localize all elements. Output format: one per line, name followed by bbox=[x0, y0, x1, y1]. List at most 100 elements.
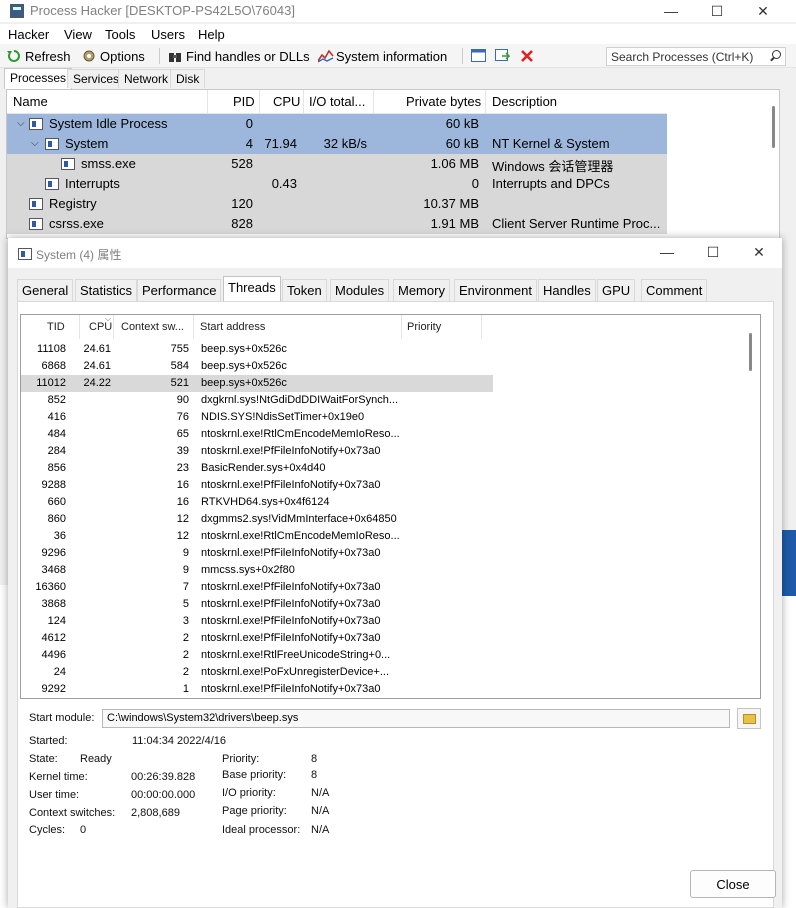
tab-handles[interactable]: Handles bbox=[538, 279, 596, 301]
col-context-switches[interactable]: Context sw... bbox=[121, 321, 184, 333]
maximize-button[interactable]: ☐ bbox=[694, 0, 740, 22]
collapse-chevron-icon[interactable]: ⌵ bbox=[31, 138, 39, 149]
thread-row[interactable]: 852 90 dxgkrnl.sys!NtGdiDdDDIWaitForSynch.… bbox=[21, 392, 493, 409]
start-module-field[interactable]: C:\windows\System32\drivers\beep.sys bbox=[102, 709, 730, 728]
thread-tid: 6868 bbox=[41, 360, 66, 372]
tab-environment[interactable]: Environment bbox=[454, 279, 537, 301]
thread-tid: 11108 bbox=[37, 343, 66, 355]
thread-row[interactable]: 9296 9 ntoskrnl.exe!PfFileInfoNotify+0x73a… bbox=[21, 545, 493, 562]
refresh-button[interactable]: Refresh bbox=[7, 47, 71, 65]
main-titlebar: Process Hacker [DESKTOP-PS42L5O\76043] —… bbox=[0, 0, 796, 22]
col-priority[interactable]: Priority bbox=[407, 321, 441, 333]
state-label: State: bbox=[29, 753, 58, 765]
tab-processes[interactable]: Processes bbox=[4, 68, 73, 89]
show-details-button[interactable] bbox=[495, 47, 511, 65]
column-separator bbox=[207, 90, 208, 114]
tab-services[interactable]: Services bbox=[67, 69, 126, 88]
thread-row[interactable]: 860 12 dxgmms2.sys!VidMmInterface+0x64850 bbox=[21, 511, 493, 528]
process-row[interactable]: ⌵ System 4 71.94 32 kB/s 60 kB NT Kernel… bbox=[7, 134, 667, 154]
tab-disk[interactable]: Disk bbox=[170, 69, 206, 88]
thread-row[interactable]: 856 23 BasicRender.sys+0x4d40 bbox=[21, 460, 493, 477]
process-row[interactable]: smss.exe 528 1.06 MB Windows 会话管理器 bbox=[7, 154, 667, 174]
col-cpu[interactable]: CPU bbox=[89, 321, 112, 333]
col-name[interactable]: Name bbox=[13, 94, 48, 109]
thread-row[interactable]: 11012 24.22 521 beep.sys+0x526c bbox=[21, 375, 493, 392]
system-information-button[interactable]: System information bbox=[317, 47, 447, 65]
thread-row[interactable]: 660 16 RTKVHD64.sys+0x4f6124 bbox=[21, 494, 493, 511]
process-tree[interactable]: Name PID CPU I/O total... Private bytes … bbox=[6, 89, 780, 239]
col-pid[interactable]: PID bbox=[233, 94, 255, 109]
thread-row[interactable]: 11108 24.61 755 beep.sys+0x526c bbox=[21, 341, 493, 358]
context-switches-label: Context switches: bbox=[29, 807, 116, 819]
process-io: 32 kB/s bbox=[323, 136, 367, 151]
thread-row[interactable]: 416 76 NDIS.SYS!NdisSetTimer+0x19e0 bbox=[21, 409, 493, 426]
thread-context-switches: 90 bbox=[176, 394, 189, 406]
thread-list[interactable]: TID ⌵ CPU Context sw... Start address Pr… bbox=[20, 314, 761, 699]
tab-network[interactable]: Network bbox=[118, 69, 175, 88]
dialog-minimize-button[interactable]: — bbox=[644, 241, 690, 263]
close-button[interactable]: Close bbox=[690, 870, 776, 898]
thread-row[interactable]: 16360 7 ntoskrnl.exe!PfFileInfoNotify+0x73… bbox=[21, 579, 493, 596]
thread-row[interactable]: 3468 9 mmcss.sys+0x2f80 bbox=[21, 562, 493, 579]
process-icon bbox=[18, 248, 32, 260]
kernel-time-label: Kernel time: bbox=[29, 771, 88, 783]
thread-row[interactable]: 9292 1 ntoskrnl.exe!PfFileInfoNotify+0x73a… bbox=[21, 681, 493, 698]
priority-value: 8 bbox=[311, 753, 318, 765]
thread-context-switches: 76 bbox=[176, 411, 189, 423]
thread-row[interactable]: 284 39 ntoskrnl.exe!PfFileInfoNotify+0x73a… bbox=[21, 443, 493, 460]
process-scrollbar[interactable] bbox=[772, 106, 775, 148]
minimize-button[interactable]: — bbox=[648, 0, 694, 22]
terminate-button[interactable] bbox=[520, 47, 534, 65]
dialog-maximize-button[interactable]: ☐ bbox=[690, 241, 736, 263]
tab-comment[interactable]: Comment bbox=[641, 279, 708, 301]
tab-memory[interactable]: Memory bbox=[393, 279, 450, 301]
col-private-bytes[interactable]: Private bytes bbox=[406, 94, 481, 109]
window-title: Process Hacker [DESKTOP-PS42L5O\76043] bbox=[30, 3, 295, 18]
menu-users[interactable]: Users bbox=[151, 27, 185, 42]
thread-row[interactable]: 124 3 ntoskrnl.exe!PfFileInfoNotify+0x73a0 bbox=[21, 613, 493, 630]
thread-row[interactable]: 484 65 ntoskrnl.exe!RtlCmEncodeMemIoReso..… bbox=[21, 426, 493, 443]
menu-tools[interactable]: Tools bbox=[105, 27, 135, 42]
process-row[interactable]: ⌵ System Idle Process 0 60 kB bbox=[7, 114, 667, 134]
process-row[interactable]: Registry 120 10.37 MB bbox=[7, 194, 667, 214]
col-start-address[interactable]: Start address bbox=[200, 321, 265, 333]
tab-token[interactable]: Token bbox=[282, 279, 327, 301]
search-processes-input[interactable]: Search Processes (Ctrl+K) bbox=[606, 47, 786, 66]
process-row[interactable]: csrss.exe 828 1.91 MB Client Server Runt… bbox=[7, 214, 667, 234]
menu-view[interactable]: View bbox=[64, 27, 92, 42]
state-value: Ready bbox=[80, 753, 112, 765]
menu-hacker[interactable]: Hacker bbox=[8, 27, 49, 42]
col-io-total[interactable]: I/O total... bbox=[309, 94, 365, 109]
collapse-chevron-icon[interactable]: ⌵ bbox=[17, 118, 25, 129]
tab-general[interactable]: General bbox=[17, 279, 74, 301]
thread-row[interactable]: 3868 5 ntoskrnl.exe!PfFileInfoNotify+0x73a… bbox=[21, 596, 493, 613]
thread-row[interactable]: 4612 2 ntoskrnl.exe!PfFileInfoNotify+0x73a… bbox=[21, 630, 493, 647]
menu-help[interactable]: Help bbox=[198, 27, 225, 42]
thread-context-switches: 2 bbox=[182, 666, 189, 678]
tab-modules[interactable]: Modules bbox=[330, 279, 390, 301]
thread-context-switches: 7 bbox=[182, 581, 189, 593]
app-icon bbox=[10, 4, 24, 18]
tab-performance[interactable]: Performance bbox=[137, 279, 222, 301]
col-description[interactable]: Description bbox=[492, 94, 557, 109]
thread-row[interactable]: 6868 24.61 584 beep.sys+0x526c bbox=[21, 358, 493, 375]
thread-row[interactable]: 9288 16 ntoskrnl.exe!PfFileInfoNotify+0x73… bbox=[21, 477, 493, 494]
open-folder-button[interactable] bbox=[737, 708, 761, 729]
window-button[interactable] bbox=[471, 47, 486, 65]
col-tid[interactable]: TID bbox=[47, 321, 65, 333]
thread-row[interactable]: 24 2 ntoskrnl.exe!PoFxUnregisterDevice+... bbox=[21, 664, 493, 681]
tab-statistics[interactable]: Statistics bbox=[75, 279, 138, 301]
process-row[interactable]: Interrupts 0.43 0 Interrupts and DPCs bbox=[7, 174, 667, 194]
find-handles-button[interactable]: Find handles or DLLs bbox=[168, 47, 310, 65]
col-cpu[interactable]: CPU bbox=[273, 94, 300, 109]
tab-gpu[interactable]: GPU bbox=[597, 279, 636, 301]
tab-threads[interactable]: Threads bbox=[223, 276, 281, 301]
close-window-button[interactable]: ✕ bbox=[740, 0, 786, 22]
dialog-close-icon[interactable]: ✕ bbox=[736, 241, 782, 263]
thread-row[interactable]: 36 12 ntoskrnl.exe!RtlCmEncodeMemIoReso... bbox=[21, 528, 493, 545]
thread-list-scrollbar[interactable] bbox=[749, 333, 752, 371]
thread-start-address: ntoskrnl.exe!PfFileInfoNotify+0x73a0 bbox=[201, 479, 381, 491]
thread-row[interactable]: 4496 2 ntoskrnl.exe!RtlFreeUnicodeString+0… bbox=[21, 647, 493, 664]
user-time-value: 00:00:00.000 bbox=[131, 789, 196, 801]
options-button[interactable]: Options bbox=[82, 47, 145, 65]
